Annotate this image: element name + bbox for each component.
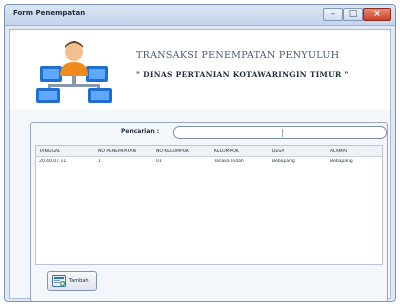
network-users-icon: [36, 41, 112, 103]
page-subtitle: " DINAS PERTANIAN KOTAWARINGIN TIMUR ": [136, 70, 349, 79]
window-title: Form Penempatan: [13, 9, 86, 17]
minimize-button[interactable]: –: [323, 8, 343, 21]
search-label: Pencarian :: [121, 128, 160, 135]
table-row[interactable]: 20.40.07.11 1 01 Tanaka Indah Bebapang B…: [36, 157, 382, 165]
form-header: TRANSAKSI PENEMPATAN PENYULUH " DINAS PE…: [10, 30, 390, 110]
main-window: Form Penempatan – □ × TRANSAKSI PENEMPAT…: [4, 4, 396, 302]
add-button[interactable]: Tambah: [47, 271, 97, 291]
table-cell: 20.40.07.11: [39, 159, 67, 164]
table-cell: 01: [156, 159, 162, 164]
search-input[interactable]: [173, 126, 387, 139]
table-cell: Bebapang: [330, 159, 353, 164]
table-cell: 1: [98, 159, 101, 164]
add-button-label: Tambah: [69, 278, 89, 284]
column-header-no-penempatan[interactable]: NO PENEMPATAN: [98, 149, 136, 154]
form-client-area: TRANSAKSI PENEMPATAN PENYULUH " DINAS PE…: [9, 29, 391, 301]
placement-group-box: Pencarian : TANGGAL NO PENEMPATAN NO KEL…: [30, 122, 388, 301]
maximize-button[interactable]: □: [343, 8, 363, 21]
add-record-icon: [52, 275, 66, 287]
page-title: TRANSAKSI PENEMPATAN PENYULUH: [136, 50, 340, 61]
title-bar[interactable]: Form Penempatan – □ ×: [5, 5, 395, 26]
column-header-no-kelompok[interactable]: NO KELOMPOK: [156, 149, 189, 154]
column-header-tanggal[interactable]: TANGGAL: [39, 149, 60, 154]
column-header-desa[interactable]: DESA: [272, 149, 284, 154]
placement-table[interactable]: TANGGAL NO PENEMPATAN NO KELOMPOK KELOMP…: [35, 145, 383, 265]
table-header: TANGGAL NO PENEMPATAN NO KELOMPOK KELOMP…: [36, 146, 382, 157]
text-caret: [282, 129, 283, 137]
column-header-kelompok[interactable]: KELOMPOK: [214, 149, 239, 154]
table-cell: Tanaka Indah: [214, 159, 244, 164]
table-cell: Bebapang: [272, 159, 295, 164]
close-button[interactable]: ×: [363, 8, 391, 21]
column-header-alamat[interactable]: ALAMAT: [330, 149, 348, 154]
